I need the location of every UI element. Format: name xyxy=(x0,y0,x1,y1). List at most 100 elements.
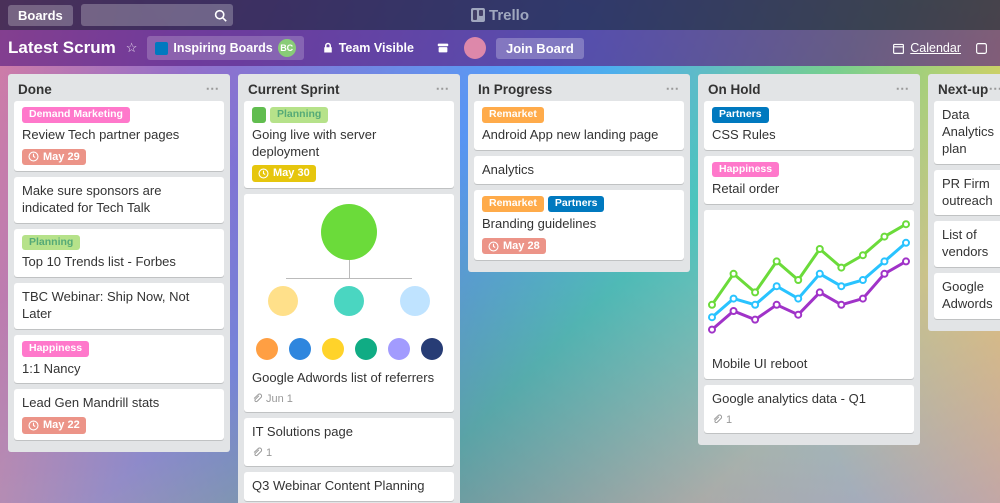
card[interactable]: IT Solutions page1 xyxy=(244,418,454,466)
card[interactable]: Partners CSS Rules xyxy=(704,101,914,150)
card[interactable]: Data Analytics plan xyxy=(934,101,1000,164)
card[interactable]: Google analytics data - Q11 xyxy=(704,385,914,433)
due-badge[interactable]: May 30 xyxy=(252,165,316,181)
inspiring-boards-label: Inspiring Boards xyxy=(173,41,272,55)
user-avatar[interactable] xyxy=(464,37,486,59)
card-title: Going live with server deployment xyxy=(252,127,446,161)
label[interactable]: Demand Marketing xyxy=(22,107,130,123)
card[interactable]: PR Firm outreach xyxy=(934,170,1000,216)
card-labels: Planning xyxy=(252,107,446,123)
power-up-icon[interactable] xyxy=(971,39,992,58)
card-title: 1:1 Nancy xyxy=(22,361,216,378)
member-avatar[interactable]: BC xyxy=(278,39,296,57)
list-title[interactable]: Current Sprint xyxy=(248,82,340,97)
list[interactable]: Done ⋯ Demand Marketing Review Tech partn… xyxy=(8,74,230,452)
list-title[interactable]: Done xyxy=(18,82,52,97)
visibility-chip[interactable]: Team Visible xyxy=(314,38,422,58)
list-header: In Progress ⋯ xyxy=(468,74,690,101)
list-menu-icon[interactable]: ⋯ xyxy=(206,81,221,97)
card-title: List of vendors xyxy=(942,227,999,261)
list-cards: Planning Going live with server deploymen… xyxy=(238,101,460,503)
trello-logo-icon xyxy=(471,8,485,22)
card[interactable]: Google Adwords list of referrersJun 1 xyxy=(244,194,454,412)
due-badge[interactable]: May 28 xyxy=(482,238,546,254)
card-badges: May 22 xyxy=(22,417,216,433)
card[interactable]: Make sure sponsors are indicated for Tec… xyxy=(14,177,224,223)
attachment-badge: 1 xyxy=(712,413,732,427)
card-cover-chart xyxy=(704,210,914,350)
card-title: Analytics xyxy=(482,162,676,179)
list-title[interactable]: In Progress xyxy=(478,82,552,97)
visibility-label: Team Visible xyxy=(339,41,414,55)
card[interactable]: Lead Gen Mandrill stats May 22 xyxy=(14,389,224,439)
boards-button[interactable]: Boards xyxy=(8,5,73,26)
star-icon[interactable]: ☆ xyxy=(126,40,138,56)
board-name[interactable]: Latest Scrum xyxy=(8,38,116,58)
card[interactable]: Analytics xyxy=(474,156,684,185)
label[interactable]: Remarket xyxy=(482,107,544,123)
list[interactable]: Next-up ⋯ Data Analytics plan PR Firm out… xyxy=(928,74,1000,331)
card-cover-image xyxy=(244,194,454,364)
card-title: Lead Gen Mandrill stats xyxy=(22,395,216,412)
list-header: Next-up ⋯ xyxy=(928,74,1000,101)
trello-logo-text: Trello xyxy=(489,7,529,24)
card[interactable]: Planning Going live with server deploymen… xyxy=(244,101,454,188)
card-title: Top 10 Trends list - Forbes xyxy=(22,254,216,271)
list-title[interactable]: Next-up xyxy=(938,82,988,97)
attachment-badge: Jun 1 xyxy=(252,392,293,406)
card-title: Data Analytics plan xyxy=(942,107,999,158)
card[interactable]: Happiness 1:1 Nancy xyxy=(14,335,224,384)
list-menu-icon[interactable]: ⋯ xyxy=(896,81,911,97)
list-header: Current Sprint ⋯ xyxy=(238,74,460,101)
list-menu-icon[interactable]: ⋯ xyxy=(436,81,451,97)
trello-logo[interactable]: Trello xyxy=(471,7,529,24)
card[interactable]: Remarket Android App new landing page xyxy=(474,101,684,150)
card-title: Retail order xyxy=(712,181,906,198)
card[interactable]: Planning Top 10 Trends list - Forbes xyxy=(14,229,224,278)
due-badge[interactable]: May 29 xyxy=(22,149,86,165)
list[interactable]: In Progress ⋯ Remarket Android App new la… xyxy=(468,74,690,272)
card[interactable]: List of vendors xyxy=(934,221,1000,267)
card-title: Branding guidelines xyxy=(482,216,676,233)
card-title: IT Solutions page xyxy=(252,424,446,441)
card[interactable]: TBC Webinar: Ship Now, Not Later xyxy=(14,283,224,329)
list[interactable]: On Hold ⋯ Partners CSS Rules Happiness Reta… xyxy=(698,74,920,445)
card[interactable]: Happiness Retail order xyxy=(704,156,914,205)
card[interactable]: Demand Marketing Review Tech partner page… xyxy=(14,101,224,171)
inspiring-boards-chip[interactable]: Inspiring Boards BC xyxy=(147,36,303,60)
card[interactable]: Google Adwords xyxy=(934,273,1000,319)
label[interactable] xyxy=(252,107,266,123)
label[interactable]: Partners xyxy=(712,107,769,123)
label[interactable]: Happiness xyxy=(22,341,89,357)
list[interactable]: Current Sprint ⋯ Planning Going live with… xyxy=(238,74,460,503)
card-labels: RemarketPartners xyxy=(482,196,676,212)
card-title: CSS Rules xyxy=(712,127,906,144)
label[interactable]: Planning xyxy=(270,107,328,123)
card[interactable]: Q3 Webinar Content Planning xyxy=(244,472,454,501)
board-canvas[interactable]: Done ⋯ Demand Marketing Review Tech partn… xyxy=(0,66,1000,503)
list-header: On Hold ⋯ xyxy=(698,74,920,101)
join-board-button[interactable]: Join Board xyxy=(496,38,584,59)
card[interactable]: RemarketPartners Branding guidelines May 2… xyxy=(474,190,684,260)
list-header: Done ⋯ xyxy=(8,74,230,101)
card-title: Android App new landing page xyxy=(482,127,676,144)
label[interactable]: Partners xyxy=(548,196,605,212)
due-badge[interactable]: May 22 xyxy=(22,417,86,433)
list-title[interactable]: On Hold xyxy=(708,82,761,97)
list-menu-icon[interactable]: ⋯ xyxy=(989,81,1000,97)
card-title: Review Tech partner pages xyxy=(22,127,216,144)
label[interactable]: Planning xyxy=(22,235,80,251)
calendar-icon xyxy=(892,42,905,55)
card[interactable]: Mobile UI reboot xyxy=(704,210,914,379)
search-input[interactable] xyxy=(81,4,233,26)
calendar-button[interactable]: Calendar xyxy=(892,41,961,55)
list-cards: Partners CSS Rules Happiness Retail order Mo… xyxy=(698,101,920,445)
list-cards: Data Analytics plan PR Firm outreach List … xyxy=(928,101,1000,331)
label[interactable]: Happiness xyxy=(712,162,779,178)
board-icon xyxy=(155,42,168,55)
card-badges: 1 xyxy=(712,413,906,427)
card-labels: Happiness xyxy=(712,162,906,178)
list-menu-icon[interactable]: ⋯ xyxy=(666,81,681,97)
archive-icon[interactable] xyxy=(432,38,454,58)
label[interactable]: Remarket xyxy=(482,196,544,212)
